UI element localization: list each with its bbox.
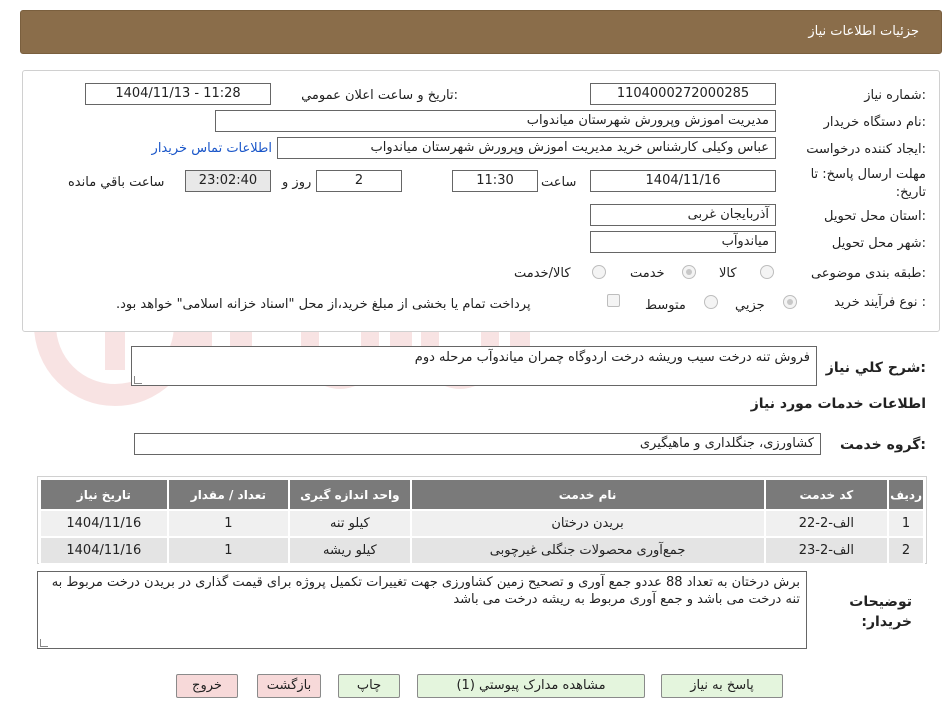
requester-label: ايجاد کننده درخواست: (806, 142, 926, 157)
buyer-notes-text: برش درختان به تعداد 88 عددو جمع آوری و ت… (51, 575, 800, 607)
services-section-title: اطلاعات خدمات مورد نياز (750, 396, 926, 412)
print-button[interactable]: چاپ (338, 674, 400, 698)
cell-unit: کيلو ريشه (288, 536, 412, 565)
deadline-label: مهلت ارسال پاسخ: تا تاریخ: (810, 167, 926, 200)
requester-field[interactable]: عباس وکيلی کارشناس خريد مديريت اموزش وپر… (277, 137, 776, 159)
category-option-both-label: کالا/خدمت (514, 266, 571, 281)
deadline-date-field[interactable]: 1404/11/16 (590, 170, 776, 192)
page-header: جزئیات اطلاعات نیاز (20, 10, 942, 54)
col-header-service-code: کد خدمت (763, 478, 890, 511)
cell-row-number: 1 (887, 509, 925, 538)
cell-service-name: جمع‌آوری محصولات جنگلی غيرچوبی (409, 536, 766, 565)
col-header-need-date: تاريخ نياز (39, 478, 169, 511)
province-label: استان محل تحويل: (824, 209, 926, 224)
purchase-type-minor-radio[interactable] (783, 295, 797, 309)
reply-button[interactable]: پاسخ به نياز (661, 674, 783, 698)
col-header-row-number: رديف (887, 478, 925, 511)
cell-need-date: 1404/11/16 (39, 536, 169, 565)
view-attachments-button[interactable]: مشاهده مدارک پيوستي (1) (417, 674, 645, 698)
resize-handle-icon[interactable] (40, 639, 48, 647)
buyer-org-field[interactable]: مديريت اموزش وپرورش شهرستان مياندواب (215, 110, 776, 132)
cell-quantity: 1 (166, 536, 291, 565)
cell-service-code: الف-2-23 (763, 536, 890, 565)
service-group-field[interactable]: کشاورزی، جنگلداری و ماهيگيری (134, 433, 821, 455)
col-header-quantity: تعداد / مقدار (166, 478, 291, 511)
purchase-type-medium-label: متوسط (645, 298, 686, 313)
page-title: جزئیات اطلاعات نیاز (808, 24, 919, 39)
cell-need-date: 1404/11/16 (39, 509, 169, 538)
remaining-time-field: 23:02:40 (185, 170, 271, 192)
buyer-contact-link[interactable]: اطلاعات تماس خريدار (152, 141, 272, 156)
summary-field[interactable]: فروش تنه درخت سيب وريشه درخت اردوگاه چمر… (131, 346, 817, 386)
city-field[interactable]: مياندوآب (590, 231, 776, 253)
cell-service-code: الف-2-22 (763, 509, 890, 538)
cell-service-name: بريدن درختان (409, 509, 766, 538)
back-button[interactable]: بازگشت (257, 674, 321, 698)
city-label: شهر محل تحويل: (831, 236, 926, 251)
cell-row-number: 2 (887, 536, 925, 565)
need-number-field[interactable]: 1104000272000285 (590, 83, 776, 105)
buyer-notes-field[interactable]: برش درختان به تعداد 88 عددو جمع آوری و ت… (37, 571, 807, 649)
purchase-type-minor-label: جزيي (735, 298, 765, 313)
services-table: رديف کد خدمت نام خدمت واحد اندازه گيری ت… (39, 478, 925, 565)
col-header-unit: واحد اندازه گيری (288, 478, 412, 511)
purchase-type-label: نوع فرآیند خرید : (834, 295, 926, 310)
treasury-docs-checkbox[interactable] (607, 294, 620, 307)
deadline-time-field[interactable]: 11:30 (452, 170, 538, 192)
table-row[interactable]: 1 الف-2-22 بريدن درختان کيلو تنه 1 1404/… (39, 509, 925, 538)
need-number-label: شماره نیاز: (864, 88, 926, 103)
province-field[interactable]: آذربايجان غربی (590, 204, 776, 226)
purchase-type-medium-radio[interactable] (704, 295, 718, 309)
service-group-label: گروه خدمت: (840, 437, 926, 453)
deadline-days-field[interactable]: 2 (316, 170, 402, 192)
col-header-service-name: نام خدمت (409, 478, 766, 511)
category-option-goods-label: کالا (719, 266, 737, 281)
resize-handle-icon[interactable] (134, 376, 142, 384)
category-option-service-radio[interactable] (682, 265, 696, 279)
category-option-both-radio[interactable] (592, 265, 606, 279)
exit-button[interactable]: خروج (176, 674, 238, 698)
cell-unit: کيلو تنه (288, 509, 412, 538)
category-option-goods-radio[interactable] (760, 265, 774, 279)
buyer-org-label: نام دستگاه خريدار: (823, 115, 926, 130)
category-option-service-label: خدمت (630, 266, 665, 281)
treasury-note: پرداخت تمام يا بخشی از مبلغ خريد،از محل … (116, 297, 531, 312)
announce-datetime-field[interactable]: 1404/11/13 - 11:28 (85, 83, 271, 105)
announce-datetime-label: تاریخ و ساعت اعلان عمومي: (301, 88, 458, 103)
summary-text: فروش تنه درخت سيب وريشه درخت اردوگاه چمر… (414, 350, 810, 365)
buyer-notes-label: توضيحات خريدار: (849, 594, 912, 630)
deadline-time-label: ساعت (541, 175, 577, 190)
summary-label: شرح کلي نياز: (825, 360, 926, 376)
table-row[interactable]: 2 الف-2-23 جمع‌آوری محصولات جنگلی غيرچوب… (39, 536, 925, 565)
remaining-time-label: ساعت باقي مانده (68, 175, 165, 190)
table-header-row: رديف کد خدمت نام خدمت واحد اندازه گيری ت… (39, 478, 925, 511)
deadline-days-label: روز و (282, 175, 312, 190)
category-label: طبقه بندی موضوعی: (810, 266, 926, 281)
cell-quantity: 1 (166, 509, 291, 538)
